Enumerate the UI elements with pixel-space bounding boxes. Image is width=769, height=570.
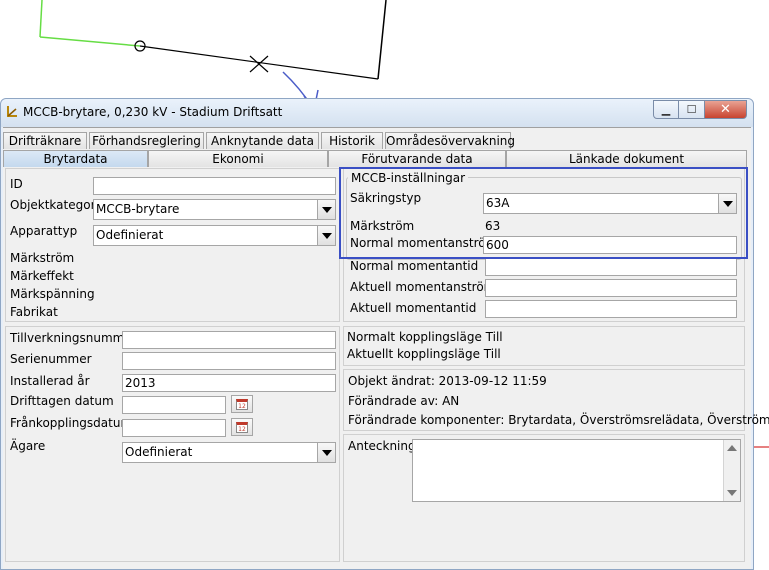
maximize-button[interactable]: ☐ <box>679 100 705 119</box>
aktuell-momentanstrom-label: Aktuell momentanström <box>350 280 496 294</box>
forandrade-av: Förändrade av: AN <box>348 394 460 408</box>
objekt-andrat: Objekt ändrat: 2013-09-12 11:59 <box>348 374 547 388</box>
breaker-icon <box>7 106 17 117</box>
aktuell-momentanstrom-input[interactable] <box>485 279 737 297</box>
objektkategori-select[interactable]: MCCB-brytare <box>93 199 336 220</box>
forandrade-komponenter: Förändrade komponenter: Brytardata, Över… <box>348 413 769 427</box>
tab-omradesovervakning[interactable]: Områdesövervakning <box>385 132 515 149</box>
close-button[interactable]: ✕ <box>705 100 747 119</box>
tab-forutvarande-data[interactable]: Förutvarande data <box>328 150 506 167</box>
drifttagen-input[interactable] <box>122 396 226 414</box>
serienummer-input[interactable] <box>122 352 336 370</box>
installerad-input[interactable]: 2013 <box>122 374 336 392</box>
frankopplingsdatum-label: Frånkopplingsdatum <box>10 416 133 430</box>
green-line-horizontal <box>39 36 141 47</box>
frankopplingsdatum-input[interactable] <box>122 419 226 437</box>
apparattyp-label: Apparattyp <box>10 224 78 238</box>
calendar-icon: 12 <box>236 421 248 433</box>
dialog-client: Drifträknare Förhandsreglering Anknytand… <box>3 127 769 569</box>
annotation-highlight-box <box>339 167 748 259</box>
aktuell-momentantid-label: Aktuell momentantid <box>350 301 477 315</box>
tab-historik[interactable]: Historik <box>321 132 383 149</box>
objektkategori-dropdown-button[interactable] <box>317 200 335 219</box>
markeffekt-label: Märkeffekt <box>10 269 74 283</box>
anteckning-textarea[interactable] <box>412 439 741 502</box>
scroll-down-icon[interactable] <box>727 490 737 496</box>
frankopplingsdatum-calendar-button[interactable]: 12 <box>231 418 253 436</box>
switching-panel: Normalt kopplingsläge Till Aktuellt kopp… <box>343 326 745 366</box>
manufacturing-panel: Tillverkningsnummer Serienummer Installe… <box>5 326 340 562</box>
tab-forhandsreglering[interactable]: Förhandsreglering <box>89 132 204 149</box>
note-panel: Anteckning <box>343 434 745 562</box>
id-input[interactable] <box>93 177 336 195</box>
agare-dropdown-button[interactable] <box>317 443 335 462</box>
tab-ekonomi[interactable]: Ekonomi <box>148 150 328 167</box>
serienummer-label: Serienummer <box>10 352 92 366</box>
apparattyp-select[interactable]: Odefinierat <box>93 225 336 246</box>
normalt-kopplingslage: Normalt kopplingsläge Till <box>347 330 503 344</box>
scroll-up-icon[interactable] <box>727 445 737 451</box>
objektkategori-label: Objektkategori <box>10 198 99 212</box>
markspanning-label: Märkspänning <box>10 287 95 301</box>
cable-line <box>139 45 379 80</box>
agare-select[interactable]: Odefinierat <box>122 442 336 463</box>
green-line-vertical <box>39 0 43 38</box>
calendar-icon: 12 <box>236 398 248 410</box>
chevron-down-icon <box>321 232 332 239</box>
normal-momentantid-input[interactable] <box>485 258 737 276</box>
objektkategori-value: MCCB-brytare <box>96 202 180 216</box>
tab-driftraknare[interactable]: Drifträknare <box>3 132 87 149</box>
agare-label: Ägare <box>10 439 46 453</box>
minimize-button[interactable]: ▁ <box>653 100 679 119</box>
tab-anknytande-data[interactable]: Anknytande data <box>206 132 319 149</box>
basic-info-panel: ID Objektkategori MCCB-brytare Apparatty… <box>5 168 340 322</box>
tillverkningsnummer-label: Tillverkningsnummer <box>10 331 137 345</box>
anteckning-label: Anteckning <box>348 439 416 453</box>
vertical-line <box>377 0 387 80</box>
tillverkningsnummer-input[interactable] <box>122 331 336 349</box>
aktuellt-kopplingslage: Aktuellt kopplingsläge Till <box>347 347 501 361</box>
change-info-panel: Objekt ändrat: 2013-09-12 11:59 Förändra… <box>343 369 769 431</box>
id-label: ID <box>10 177 23 191</box>
chevron-down-icon <box>321 206 332 213</box>
chevron-down-icon <box>321 449 332 456</box>
drifttagen-label: Drifttagen datum <box>10 394 114 408</box>
tab-lankade-dokument[interactable]: Länkade dokument <box>506 150 747 167</box>
drifttagen-calendar-button[interactable]: 12 <box>231 395 253 413</box>
markstrom-label: Märkström <box>10 251 75 265</box>
aktuell-momentantid-input[interactable] <box>485 300 737 318</box>
tab-brytardata[interactable]: Brytardata <box>3 150 148 167</box>
fabrikat-label: Fabrikat <box>10 305 58 319</box>
anteckning-scrollbar[interactable] <box>723 440 740 501</box>
normal-momentantid-label: Normal momentantid <box>350 259 479 273</box>
window-title: MCCB-brytare, 0,230 kV - Stadium Driftsa… <box>23 105 283 119</box>
apparattyp-dropdown-button[interactable] <box>317 226 335 245</box>
title-bar[interactable]: MCCB-brytare, 0,230 kV - Stadium Driftsa… <box>1 99 753 127</box>
dialog-window: MCCB-brytare, 0,230 kV - Stadium Driftsa… <box>0 98 769 570</box>
agare-value: Odefinierat <box>125 445 193 459</box>
installerad-label: Installerad år <box>10 374 90 388</box>
apparattyp-value: Odefinierat <box>96 228 164 242</box>
